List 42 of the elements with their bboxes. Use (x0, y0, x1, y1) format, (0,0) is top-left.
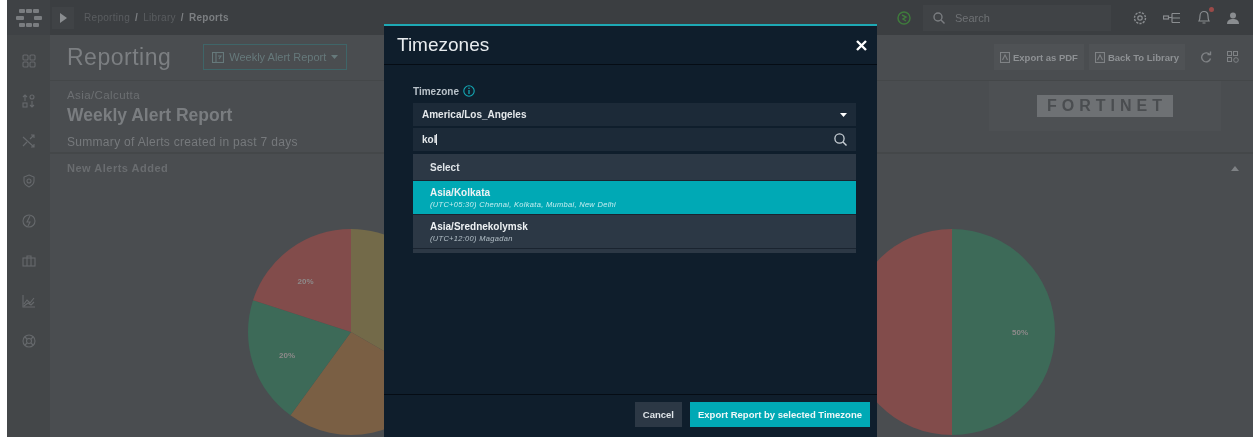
sort-icon[interactable] (21, 94, 36, 108)
search-field[interactable]: kol (413, 128, 856, 151)
settings-icon[interactable] (1133, 10, 1147, 25)
export-button[interactable]: Export Report by selected Timezone (690, 401, 870, 427)
grid-logo-icon[interactable] (15, 8, 42, 27)
action-button[interactable]: Back To Library (1088, 44, 1185, 71)
action-button[interactable]: Export as PDF (993, 44, 1084, 71)
cancel-button[interactable]: Cancel (634, 401, 682, 427)
collapse-caret-icon[interactable] (1231, 165, 1239, 171)
close-icon (856, 39, 867, 51)
briefcase-icon[interactable] (21, 254, 36, 268)
field-label: Timezone (413, 85, 459, 97)
refresh-icon[interactable] (1200, 51, 1212, 64)
expand-button[interactable] (52, 6, 74, 29)
play-icon (59, 12, 67, 23)
breadcrumb-separator: / (180, 12, 184, 23)
lifebuoy-icon[interactable] (21, 334, 36, 348)
user-icon[interactable] (1227, 11, 1239, 24)
bell-icon[interactable] (1197, 10, 1211, 25)
search-icon (933, 11, 945, 24)
lightning-icon[interactable] (21, 214, 36, 228)
caret-icon (840, 112, 847, 117)
slice-label: 20% (297, 277, 314, 287)
shield-icon[interactable] (21, 174, 36, 188)
option-name: Asia/Srednekolymsk (430, 220, 529, 232)
timezone-select[interactable]: America/Los_Angeles (413, 103, 856, 126)
report-icon (212, 51, 225, 63)
layout-settings-icon[interactable] (1227, 51, 1239, 64)
dashboard-icon[interactable] (21, 54, 36, 68)
breadcrumb-separator: / (135, 12, 139, 23)
option-name: Asia/Kolkata (430, 186, 492, 198)
caret-icon (331, 55, 339, 60)
text-cursor (436, 134, 438, 145)
dialog-title: Timezones (397, 34, 490, 56)
info-icon[interactable] (462, 85, 475, 97)
line-chart-icon[interactable] (21, 294, 36, 308)
slice-label: 20% (278, 351, 295, 361)
search-icon (834, 133, 847, 146)
slice-label: 50% (1012, 328, 1029, 337)
shuffle-icon[interactable] (21, 134, 36, 148)
hierarchy-icon[interactable] (1163, 11, 1181, 24)
breadcrumb-link[interactable]: Reports (188, 12, 229, 23)
